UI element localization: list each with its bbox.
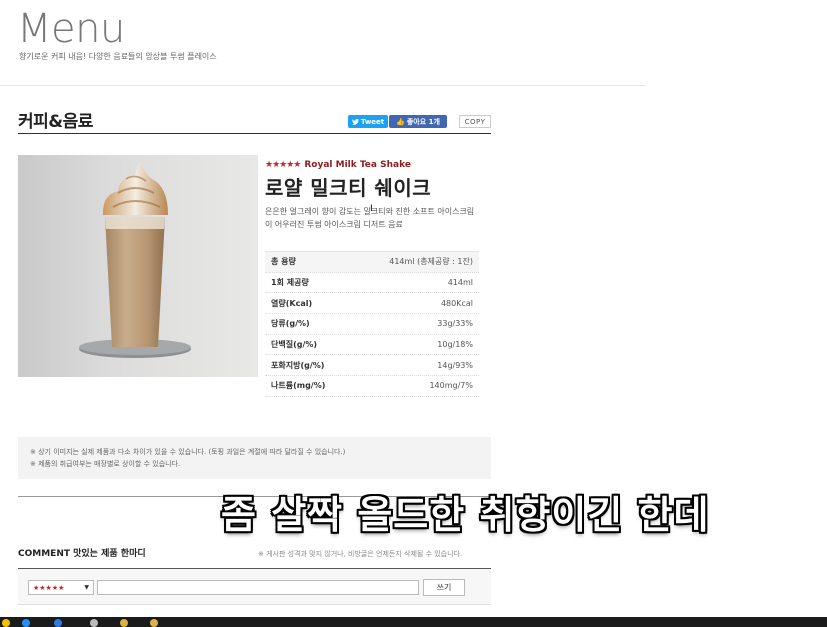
browser-icon[interactable] <box>22 619 30 627</box>
nutrition-value: 414ml (총제공량 : 1잔) <box>389 257 473 267</box>
like-button[interactable]: 👍 좋아요 1개 <box>389 115 447 128</box>
nutrition-label: 총 용량 <box>271 257 296 267</box>
nutrition-value: 33g/33% <box>437 319 473 329</box>
video-subtitle: 좀 살짝 올드한 취향이긴 한데 <box>221 493 710 537</box>
nutrition-row: 단백질(g/%) 10g/18% <box>265 335 479 356</box>
nutrition-row: 총 용량 414ml (총제공량 : 1잔) <box>265 252 479 273</box>
nutrition-row: 당류(g/%) 33g/33% <box>265 314 479 335</box>
nutrition-label: 1회 제공량 <box>271 278 309 288</box>
thumbs-up-icon: 👍 <box>396 117 405 126</box>
page-title: Menu <box>17 6 125 52</box>
nutrition-row: 나트륨(mg/%) 140mg/7% <box>265 376 479 397</box>
caret-down-icon: ▼ <box>84 584 89 591</box>
product-rating: ★★★★★ Royal Milk Tea Shake <box>265 160 411 170</box>
product-name-en: Royal Milk Tea Shake <box>304 160 411 170</box>
page: Menu 향기로운 커피 내음! 다양한 음료들의 앙상블 투썸 플레이스 커피… <box>0 0 827 627</box>
milk-tea-shake-illustration <box>79 161 191 358</box>
comment-title: COMMENT 맛있는 제품 한마디 <box>18 549 146 559</box>
comment-input[interactable] <box>97 580 419 595</box>
tweet-label: Tweet <box>360 117 385 126</box>
notice-line: ※ 상기 이미지는 실제 제품과 다소 차이가 있을 수 있습니다. (토핑 과… <box>30 448 346 456</box>
nutrition-value: 10g/18% <box>437 340 473 350</box>
notice-line: ※ 제품의 취급여부는 매장별로 상이할 수 있습니다. <box>30 460 181 468</box>
nutrition-value: 414ml <box>447 278 473 288</box>
nutrition-label: 당류(g/%) <box>271 319 310 329</box>
nutrition-row: 1회 제공량 414ml <box>265 273 479 294</box>
rating-stars: ★★★★★ <box>265 160 301 170</box>
rating-select-value: ★★★★★ <box>33 583 65 592</box>
page-subtitle: 향기로운 커피 내음! 다양한 음료들의 앙상블 투썸 플레이스 <box>19 52 217 61</box>
text-cursor-icon: I <box>370 204 373 214</box>
like-label: 좋아요 1개 <box>406 117 440 126</box>
copy-button[interactable]: COPY <box>459 115 491 128</box>
nutrition-label: 나트륨(mg/%) <box>271 381 326 391</box>
nutrition-value: 480Kcal <box>440 298 473 308</box>
nutrition-label: 열량(Kcal) <box>271 298 313 308</box>
folder-icon[interactable] <box>2 619 10 627</box>
product-name: 로얄 밀크티 쉐이크 <box>265 176 432 200</box>
nutrition-value: 14g/93% <box>437 360 473 370</box>
header-divider <box>0 85 645 86</box>
comment-note: ※ 게시판 성격과 맞지 않거나, 비방글은 언제든지 삭제될 수 있습니다. <box>258 550 463 558</box>
nutrition-label: 단백질(g/%) <box>271 340 318 350</box>
rating-select[interactable]: ★★★★★ ▼ <box>28 580 94 595</box>
app-icon[interactable] <box>120 619 128 627</box>
tweet-button[interactable]: Tweet <box>348 115 388 128</box>
twitter-bird-icon <box>351 118 359 125</box>
category-divider <box>18 133 491 134</box>
app-icon[interactable] <box>150 619 158 627</box>
nutrition-row: 포화지방(g/%) 14g/93% <box>265 355 479 377</box>
nutrition-value: 140mg/7% <box>429 381 473 391</box>
nutrition-table: 총 용량 414ml (총제공량 : 1잔) 1회 제공량 414ml 열량(K… <box>265 251 479 397</box>
product-image <box>18 155 258 377</box>
notice-box: ※ 상기 이미지는 실제 제품과 다소 차이가 있을 수 있습니다. (토핑 과… <box>18 437 491 479</box>
app-icon[interactable] <box>54 619 62 627</box>
write-button[interactable]: 쓰기 <box>423 579 465 596</box>
nutrition-label: 포화지방(g/%) <box>271 360 325 370</box>
category-title: 커피&음료 <box>18 112 93 132</box>
app-icon[interactable] <box>90 619 98 627</box>
nutrition-row: 열량(Kcal) 480Kcal <box>265 293 479 315</box>
